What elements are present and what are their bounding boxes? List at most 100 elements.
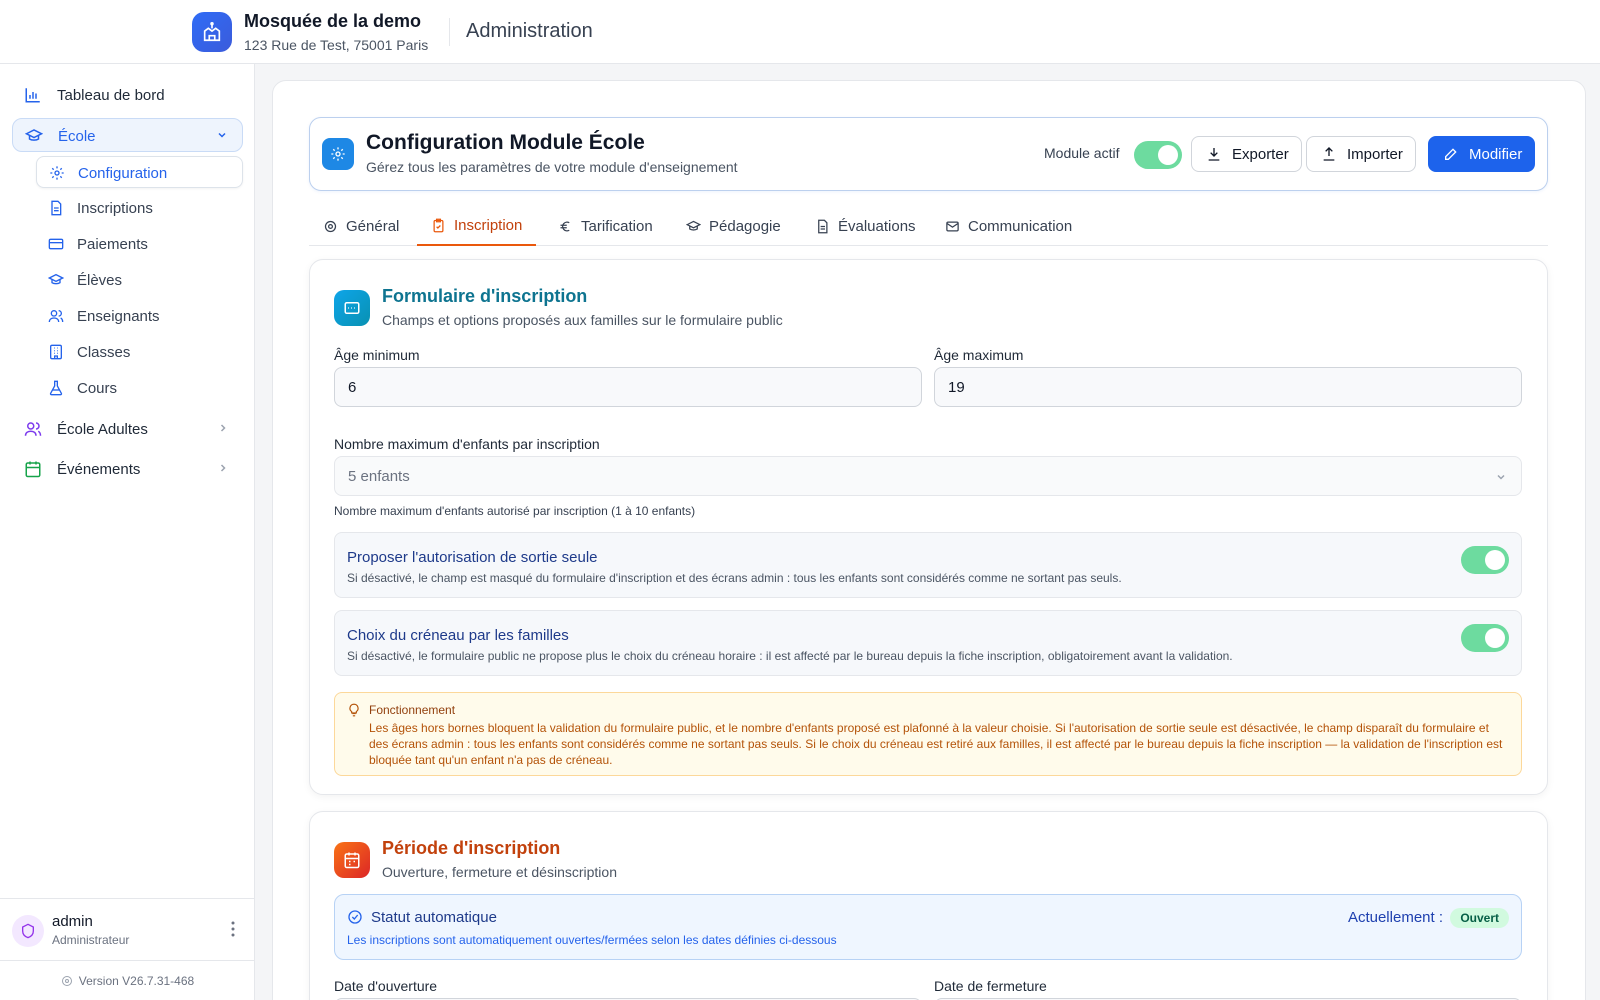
lightbulb-icon: [349, 703, 359, 717]
info-title: Fonctionnement: [369, 703, 456, 717]
export-button[interactable]: Exporter: [1191, 136, 1302, 172]
sidebar-subitem-cours[interactable]: Cours: [36, 372, 243, 404]
credit-card-icon: [48, 238, 64, 250]
open-date-label: Date d'ouverture: [334, 978, 438, 994]
chevron-down-icon: [218, 132, 226, 138]
exit-alone-toggle[interactable]: [1461, 546, 1509, 574]
option-description: Si désactivé, le formulaire public ne pr…: [347, 649, 1233, 663]
sidebar-item-ecole[interactable]: École: [12, 118, 243, 152]
registration-period-section: Période d'inscription Ouverture, fermetu…: [309, 811, 1548, 1000]
tab-label: Inscription: [454, 216, 523, 234]
version-info: Version V26.7.31-468: [0, 960, 255, 1000]
document-icon: [51, 200, 62, 216]
pencil-icon: [1445, 148, 1457, 160]
chevron-right-icon: [220, 464, 226, 472]
settings-tabs: Général Inscription Tarification Pédagog…: [309, 206, 1548, 246]
organization-name: Mosquée de la demo: [244, 11, 422, 31]
section-title: Période d'inscription: [382, 838, 561, 858]
option-slot-choice: Choix du créneau par les familles Si dés…: [334, 610, 1522, 676]
option-title: Choix du créneau par les familles: [347, 627, 569, 644]
sidebar-subitem-label: Cours: [77, 380, 118, 397]
users-icon: [24, 422, 42, 436]
mosque-logo-icon[interactable]: [192, 12, 232, 52]
graduation-cap-icon: [48, 273, 64, 285]
tab-tarification[interactable]: Tarification: [544, 206, 667, 246]
sidebar-item-evenements[interactable]: Événements: [12, 452, 243, 486]
tab-inscription[interactable]: Inscription: [417, 206, 537, 246]
sidebar-subitem-eleves[interactable]: Élèves: [36, 264, 243, 296]
top-bar: Mosquée de la demo 123 Rue de Test, 7500…: [0, 0, 1600, 64]
sidebar-subitem-label: Élèves: [77, 272, 123, 289]
max-children-hint: Nombre maximum d'enfants autorisé par in…: [334, 504, 696, 518]
sidebar-subitem-enseignants[interactable]: Enseignants: [36, 300, 243, 332]
chevron-down-icon: [1497, 474, 1505, 480]
bar-chart-icon: [25, 88, 40, 103]
import-button[interactable]: Importer: [1306, 136, 1416, 172]
users-icon: [48, 310, 64, 323]
section-description: Ouverture, fermeture et désinscription: [382, 864, 617, 880]
max-children-select[interactable]: 5 enfants: [334, 456, 1522, 496]
building-icon: [50, 344, 62, 360]
option-exit-alone: Proposer l'autorisation de sortie seule …: [334, 532, 1522, 598]
sidebar-item-label: Tableau de bord: [57, 87, 165, 104]
age-min-label: Âge minimum: [334, 347, 420, 363]
shield-icon: [22, 923, 34, 939]
module-header: Configuration Module École Gérez tous le…: [309, 117, 1548, 191]
sidebar-item-dashboard[interactable]: Tableau de bord: [12, 78, 243, 112]
sidebar-subitem-configuration[interactable]: Configuration: [36, 156, 243, 188]
graduation-cap-icon: [686, 220, 701, 231]
module-active-toggle[interactable]: [1134, 141, 1182, 169]
sidebar-item-ecole-adultes[interactable]: École Adultes: [12, 412, 243, 446]
sidebar-subitem-label: Inscriptions: [77, 200, 153, 217]
auto-status-panel: Statut automatique Actuellement : Ouvert…: [334, 894, 1522, 960]
section-description: Champs et options proposés aux familles …: [382, 312, 783, 328]
sidebar-subitem-classes[interactable]: Classes: [36, 336, 243, 368]
status-badge: Ouvert: [1450, 908, 1509, 928]
age-max-input[interactable]: 19: [934, 367, 1522, 407]
tab-pedagogie[interactable]: Pédagogie: [672, 206, 795, 246]
sidebar-subitem-paiements[interactable]: Paiements: [36, 228, 243, 260]
sidebar: Tableau de bord École Configuration Insc…: [0, 64, 255, 1000]
age-min-input[interactable]: 6: [334, 367, 922, 407]
gear-icon: [322, 138, 354, 170]
user-profile[interactable]: admin Administrateur: [0, 898, 255, 960]
tab-communication[interactable]: Communication: [931, 206, 1086, 246]
more-options-icon[interactable]: [231, 919, 235, 939]
avatar: [12, 915, 44, 947]
clipboard-icon: [433, 218, 444, 232]
section-title: Formulaire d'inscription: [382, 286, 588, 306]
header-divider: [449, 18, 450, 46]
max-children-label: Nombre maximum d'enfants par inscription: [334, 436, 600, 452]
edit-button[interactable]: Modifier: [1428, 136, 1535, 172]
graduation-cap-icon: [25, 129, 43, 141]
download-icon: [1208, 148, 1220, 161]
sidebar-subitem-label: Enseignants: [77, 308, 160, 325]
form-icon: [334, 290, 370, 326]
close-date-label: Date de fermeture: [934, 978, 1047, 994]
slot-choice-toggle[interactable]: [1461, 624, 1509, 652]
page-title: Configuration Module École: [366, 131, 645, 154]
sidebar-subitem-label: Paiements: [77, 236, 148, 253]
info-callout: Fonctionnement Les âges hors bornes bloq…: [334, 692, 1522, 776]
user-name: admin: [52, 913, 93, 930]
registration-form-section: Formulaire d'inscription Champs et optio…: [309, 259, 1548, 795]
sidebar-subitem-label: Classes: [77, 344, 131, 361]
tab-label: Général: [346, 217, 400, 235]
status-description: Les inscriptions sont automatiquement ou…: [347, 933, 837, 947]
sidebar-subitem-label: Configuration: [78, 165, 168, 182]
tab-general[interactable]: Général: [309, 206, 413, 246]
info-text: Les âges hors bornes bloquent la validat…: [369, 721, 1503, 767]
sidebar-subitem-inscriptions[interactable]: Inscriptions: [36, 192, 243, 224]
option-description: Si désactivé, le champ est masqué du for…: [347, 571, 1122, 585]
age-max-label: Âge maximum: [934, 347, 1024, 363]
edit-label: Modifier: [1469, 145, 1523, 163]
user-role: Administrateur: [52, 933, 130, 947]
flask-icon: [49, 380, 63, 396]
export-label: Exporter: [1232, 145, 1289, 163]
chevron-right-icon: [220, 424, 226, 432]
max-children-value: 5 enfants: [348, 468, 410, 485]
gear-icon: [324, 220, 337, 232]
status-title: Statut automatique: [371, 909, 497, 926]
calendar-icon: [25, 461, 41, 478]
tab-evaluations[interactable]: Évaluations: [801, 206, 930, 246]
